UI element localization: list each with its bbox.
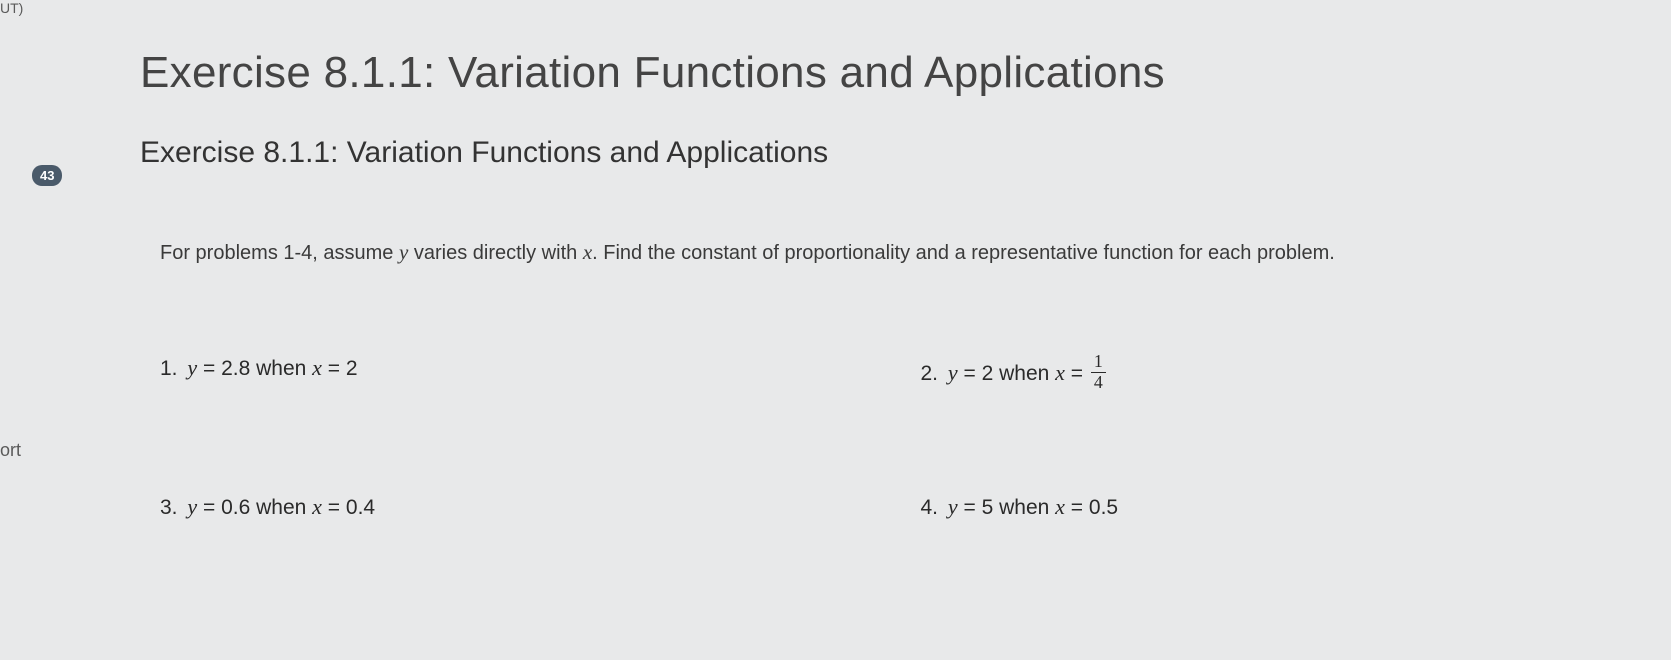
fraction: 1 4 xyxy=(1091,353,1106,392)
page-fragment-top: UT) xyxy=(0,0,23,16)
page-number-badge: 43 xyxy=(32,165,62,186)
page-fragment-left: ort xyxy=(0,440,21,461)
y-value: 2.8 xyxy=(221,357,250,380)
var-x: x xyxy=(583,240,592,264)
y-value: 2 xyxy=(982,362,994,385)
exercise-subtitle: Exercise 8.1.1: Variation Functions and … xyxy=(140,136,1641,170)
problem-4: 4. y = 5 when x = 0.5 xyxy=(921,494,1642,520)
problem-1: 1. y = 2.8 when x = 2 xyxy=(160,355,881,394)
instructions-post: . Find the constant of proportionality a… xyxy=(592,242,1335,264)
var-x: x xyxy=(312,355,322,380)
var-y: y xyxy=(948,494,958,519)
page-title: Exercise 8.1.1: Variation Functions and … xyxy=(140,48,1641,98)
instructions-pre: For problems 1-4, assume xyxy=(160,242,399,264)
var-y: y xyxy=(187,494,197,519)
problem-number: 1. xyxy=(160,357,178,380)
problem-3: 3. y = 0.6 when x = 0.4 xyxy=(160,494,881,520)
fraction-denominator: 4 xyxy=(1091,373,1106,392)
x-value: 2 xyxy=(346,357,358,380)
problem-2: 2. y = 2 when x = 1 4 xyxy=(921,355,1642,394)
exercise-content: Exercise 8.1.1: Variation Functions and … xyxy=(140,48,1641,520)
var-y: y xyxy=(399,240,408,264)
instructions-mid: varies directly with xyxy=(408,242,583,264)
problems-grid: 1. y = 2.8 when x = 2 2. y = 2 when x = … xyxy=(140,355,1641,520)
var-y: y xyxy=(948,360,958,385)
problem-number: 2. xyxy=(921,362,939,385)
instructions-text: For problems 1-4, assume y varies direct… xyxy=(140,240,1641,265)
problem-number: 4. xyxy=(921,496,939,519)
var-y: y xyxy=(187,355,197,380)
y-value: 5 xyxy=(982,496,994,519)
problem-number: 3. xyxy=(160,496,178,519)
x-value: 0.5 xyxy=(1089,496,1118,519)
var-x: x xyxy=(1055,360,1065,385)
y-value: 0.6 xyxy=(221,496,250,519)
fraction-numerator: 1 xyxy=(1091,353,1106,373)
x-value: 0.4 xyxy=(346,496,375,519)
var-x: x xyxy=(1055,494,1065,519)
var-x: x xyxy=(312,494,322,519)
